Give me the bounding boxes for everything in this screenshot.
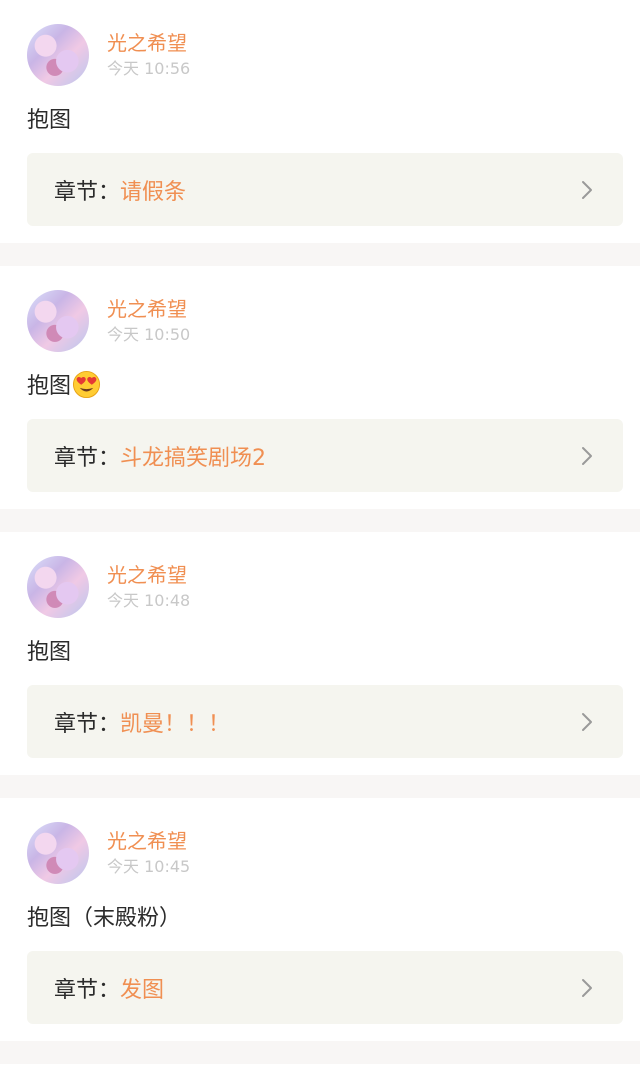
post-text: 抱图（末殿粉） xyxy=(27,906,182,931)
avatar[interactable] xyxy=(27,290,89,352)
comment-post: 光之希望 今天 10:56 抱图 章节： 请假条 xyxy=(0,0,640,243)
comment-feed: 光之希望 今天 10:56 抱图 章节： 请假条 光之希望 今天 10:50 抱… xyxy=(0,0,640,1064)
post-meta: 光之希望 今天 10:50 xyxy=(107,297,190,346)
chapter-link[interactable]: 章节： 斗龙搞笑剧场2 xyxy=(27,419,623,492)
post-content: 抱图 xyxy=(27,370,101,404)
chapter-link[interactable]: 章节： 发图 xyxy=(27,951,623,1024)
post-separator xyxy=(0,243,640,266)
post-timestamp: 今天 10:45 xyxy=(107,856,191,876)
post-content: 抱图 xyxy=(27,636,71,670)
post-separator xyxy=(0,775,640,798)
chapter-prefix: 章节： xyxy=(54,711,121,737)
author-name[interactable]: 光之希望 xyxy=(107,563,190,587)
avatar[interactable] xyxy=(27,822,89,884)
post-timestamp: 今天 10:56 xyxy=(107,58,191,78)
chapter-title: 凯曼！！！ xyxy=(120,711,231,737)
post-separator xyxy=(0,1041,640,1064)
post-content: 抱图（末殿粉） xyxy=(27,902,181,936)
author-name[interactable]: 光之希望 xyxy=(107,829,190,853)
comment-post: 光之希望 今天 10:50 抱图 章节： 斗龙搞笑剧场2 xyxy=(0,266,640,509)
comment-post: 光之希望 今天 10:45 抱图（末殿粉） 章节： 发图 xyxy=(0,798,640,1041)
post-header: 光之希望 今天 10:48 xyxy=(27,556,190,618)
avatar[interactable] xyxy=(27,556,89,618)
post-separator xyxy=(0,509,640,532)
post-content: 抱图 xyxy=(27,104,71,138)
avatar[interactable] xyxy=(27,24,89,86)
chevron-right-icon xyxy=(582,979,592,997)
post-timestamp: 今天 10:50 xyxy=(107,324,191,344)
comment-post: 光之希望 今天 10:48 抱图 章节： 凯曼！！！ xyxy=(0,532,640,775)
heart-eyes-emoji-icon xyxy=(72,370,101,399)
post-timestamp: 今天 10:48 xyxy=(107,590,191,610)
post-meta: 光之希望 今天 10:56 xyxy=(107,31,190,80)
author-name[interactable]: 光之希望 xyxy=(107,31,190,55)
post-header: 光之希望 今天 10:50 xyxy=(27,290,190,352)
chapter-link[interactable]: 章节： 凯曼！！！ xyxy=(27,685,623,758)
chevron-right-icon xyxy=(582,713,592,731)
author-name[interactable]: 光之希望 xyxy=(107,297,190,321)
post-text: 抱图 xyxy=(27,640,72,665)
post-header: 光之希望 今天 10:45 xyxy=(27,822,190,884)
chevron-right-icon xyxy=(582,447,592,465)
chapter-prefix: 章节： xyxy=(54,179,121,205)
chapter-link[interactable]: 章节： 请假条 xyxy=(27,153,623,226)
post-meta: 光之希望 今天 10:48 xyxy=(107,563,190,612)
post-text: 抱图 xyxy=(27,108,72,133)
chapter-title: 请假条 xyxy=(120,179,187,205)
post-header: 光之希望 今天 10:56 xyxy=(27,24,190,86)
chapter-prefix: 章节： xyxy=(54,977,121,1003)
chapter-title: 斗龙搞笑剧场2 xyxy=(120,445,267,471)
chapter-prefix: 章节： xyxy=(54,445,121,471)
post-text: 抱图 xyxy=(27,374,72,399)
post-meta: 光之希望 今天 10:45 xyxy=(107,829,190,878)
chevron-right-icon xyxy=(582,181,592,199)
chapter-title: 发图 xyxy=(120,977,165,1003)
